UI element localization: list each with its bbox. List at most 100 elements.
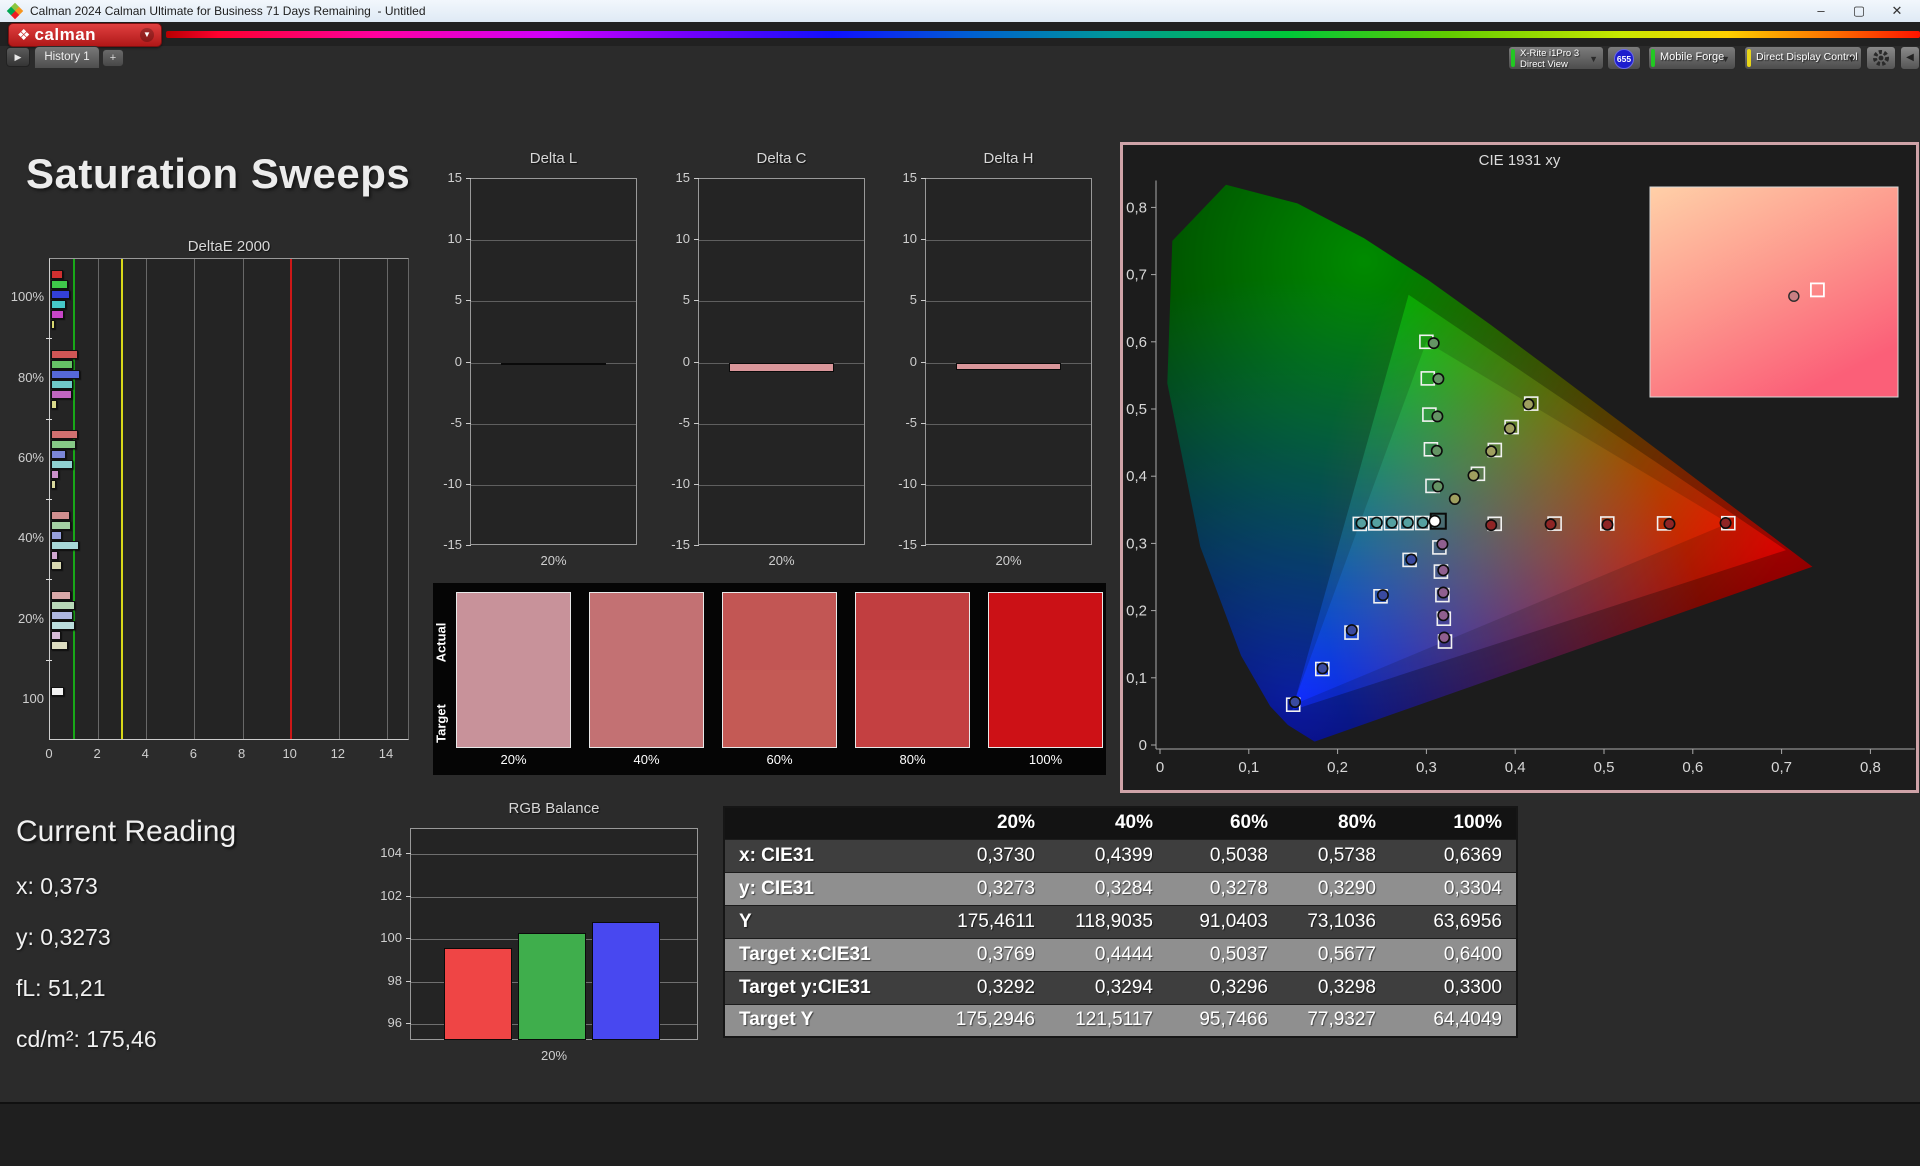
inset-measured-marker	[1788, 290, 1800, 302]
axis-tick	[46, 579, 52, 581]
measured-marker-green	[1431, 410, 1444, 423]
device-count-badge: 655	[1614, 49, 1634, 69]
deltaH-ytick: 15	[902, 170, 917, 185]
rgb-bar-blue	[592, 922, 660, 1040]
reference-line-3	[121, 259, 124, 739]
layout-nav-button[interactable]: ▶	[6, 47, 30, 67]
column-header-100%: 100%	[1390, 806, 1517, 839]
collapse-toolbar-button[interactable]: ◀	[1900, 46, 1920, 70]
measured-marker-green	[1427, 337, 1440, 350]
rgb-bar-red	[444, 947, 512, 1040]
window-title: Calman 2024 Calman Ultimate for Business…	[30, 4, 426, 18]
swatch-percent-label: 60%	[766, 752, 793, 767]
meter-source-selector[interactable]: Mobile Forge ▼	[1648, 46, 1736, 70]
rgb-ytick: 96	[387, 1015, 402, 1030]
table-value: 118,9035	[1049, 904, 1167, 938]
meter-device-line1: X-Rite i1Pro 3	[1520, 48, 1580, 59]
grid-line	[411, 896, 697, 898]
rgb-plot	[410, 828, 698, 1040]
rgb-xlabel: 20%	[540, 1048, 568, 1063]
measured-marker-cyan	[1416, 516, 1429, 529]
measured-marker-yellow	[1522, 398, 1535, 411]
table-value: 0,6369	[1390, 838, 1517, 872]
chevron-down-icon: ▼	[1721, 54, 1730, 64]
deltaL-plot	[470, 178, 637, 545]
deltaH-ytick: -10	[898, 475, 917, 491]
table-value: 64,4049	[1390, 1003, 1517, 1037]
swatch-actual-half	[590, 593, 703, 670]
deltaH-title: Delta H	[983, 150, 1034, 167]
grid-line	[699, 301, 864, 303]
table-value: 0,3296	[1167, 970, 1282, 1004]
grid-line	[242, 259, 244, 739]
axis-tick	[694, 422, 699, 424]
axis-tick	[466, 178, 471, 179]
table-row: Y 175,4611 118,9035 91,0403 73,1036 63,6956	[724, 904, 1517, 938]
maximize-icon[interactable]: ▢	[1840, 0, 1878, 22]
deltae-title: DeltaE 2000	[187, 238, 271, 255]
measured-marker-blue	[1316, 662, 1329, 675]
measured-marker-blue	[1376, 589, 1389, 602]
cie-title: CIE 1931 xy	[1479, 152, 1561, 169]
deltaH-ytick: -5	[905, 414, 917, 430]
deltae-xtick: 6	[189, 746, 197, 761]
grid-line	[699, 484, 864, 486]
measured-marker-red	[1544, 518, 1557, 531]
device-count-badge-button[interactable]: 655	[1607, 46, 1641, 70]
deltaL-ytick: 10	[447, 231, 462, 247]
axis-tick	[466, 300, 471, 302]
table-value: 95,7466	[1167, 1003, 1282, 1037]
deltae-xtick: 0	[45, 746, 53, 761]
delta-c-chart: Delta C 15 10 5 0 -5 -10 -15 20%	[658, 150, 873, 586]
deltae-bar-yellow	[51, 400, 57, 409]
row-label: Y	[724, 904, 936, 938]
deltaH-ytick: 0	[909, 353, 917, 369]
close-icon[interactable]: ✕	[1878, 0, 1916, 22]
zoom-inset	[1649, 186, 1899, 398]
table-value: 91,0403	[1167, 904, 1282, 938]
svg-text:0,4: 0,4	[1505, 759, 1526, 776]
deltae-group-label: 40%	[17, 530, 44, 546]
swatch-target-half	[989, 670, 1102, 747]
row-label: y: CIE31	[724, 871, 936, 905]
add-tab-button[interactable]: +	[102, 49, 124, 67]
grid-line	[471, 423, 636, 425]
table-value: 0,3290	[1282, 871, 1390, 905]
deltaL-ytick: 0	[454, 353, 462, 369]
deltae-bar-red	[51, 269, 63, 279]
axis-tick	[921, 483, 926, 485]
deltaL-ytick: -10	[443, 475, 462, 491]
deltae-group-label: 100	[22, 690, 44, 706]
minimize-icon[interactable]: –	[1802, 0, 1840, 22]
chevron-down-icon: ▼	[140, 28, 154, 42]
table-row: Target Y 175,2946 121,5117 95,7466 77,9327 64…	[724, 1003, 1517, 1037]
current-reading-line: fL: 51,21	[16, 975, 106, 1001]
axis-tick	[46, 499, 52, 500]
axis-tick	[921, 361, 926, 363]
table-value: 63,6956	[1390, 904, 1517, 938]
table-corner-cell	[724, 806, 936, 839]
tab-history-1[interactable]: History 1	[34, 46, 100, 68]
column-header-60%: 60%	[1167, 806, 1282, 839]
calman-menu-button[interactable]: ❖ calman ▼	[8, 23, 162, 47]
deltae-bar-red	[51, 510, 71, 520]
rgb-ytick: 104	[380, 845, 402, 861]
brand-bar: ❖ calman ▼	[0, 22, 1920, 47]
grid-line	[471, 301, 636, 303]
settings-button[interactable]	[1866, 46, 1896, 70]
meter-device-selector[interactable]: X-Rite i1Pro 3 Direct View ▼	[1508, 46, 1604, 70]
table-value: 175,4611	[936, 904, 1049, 938]
table-value: 0,3730	[936, 838, 1049, 872]
swatch-percent-label: 100%	[1028, 752, 1063, 767]
meter-display-control-selector[interactable]: Direct Display Control ▼	[1744, 46, 1862, 70]
svg-text:0,4: 0,4	[1126, 468, 1147, 485]
table-value: 0,5038	[1167, 838, 1282, 872]
deltae-bar-magenta	[51, 550, 59, 560]
deltae-bar-red	[51, 430, 78, 440]
swatch-100%	[988, 592, 1103, 748]
measured-marker-red	[1485, 519, 1498, 532]
deltae-bar-red	[51, 591, 72, 600]
axis-tick	[921, 239, 926, 241]
axis-tick	[466, 239, 471, 241]
axis-tick	[921, 300, 926, 302]
